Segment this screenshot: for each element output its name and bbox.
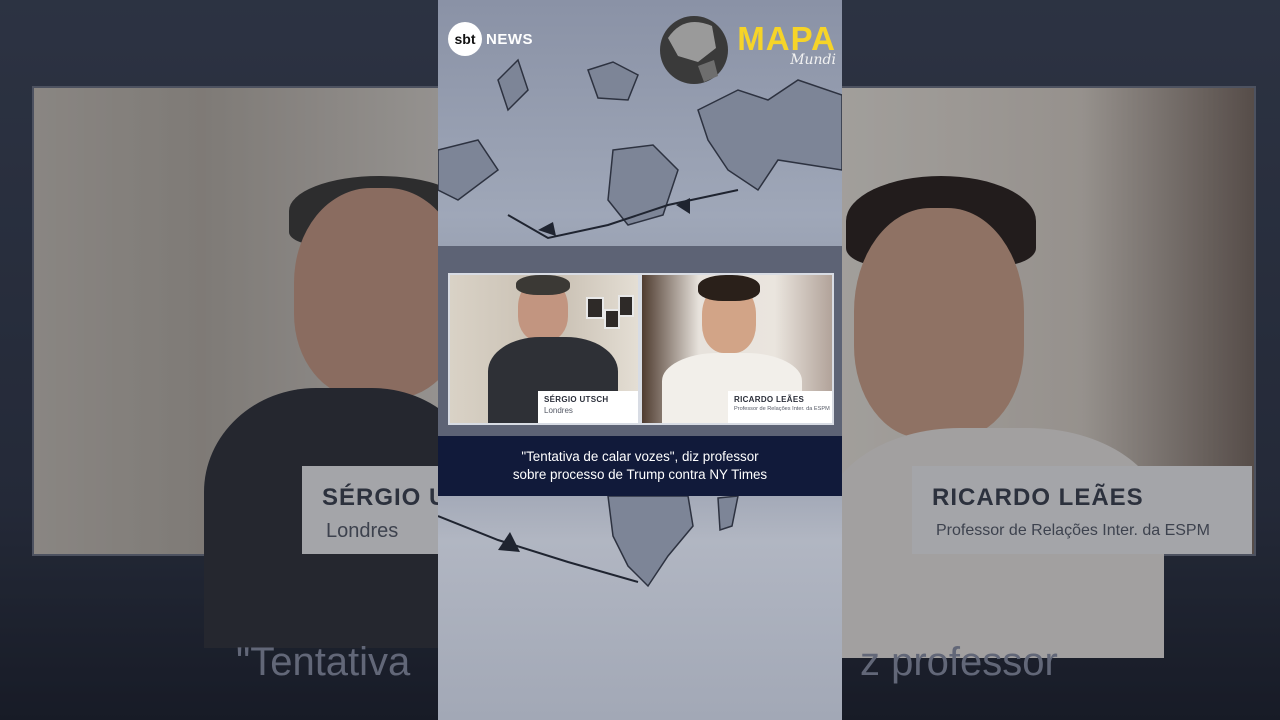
wall-picture [586, 297, 604, 319]
background-dim [842, 0, 1280, 720]
background-left-blur: SÉRGIO UT Londres "Tentativa [0, 0, 438, 720]
show-title: MAPA [737, 20, 836, 57]
caption-line-2: sobre processo de Trump contra NY Times [512, 467, 768, 482]
video-tile-sergio[interactable]: SÉRGIO UTSCH Londres [448, 273, 640, 425]
person-hair [698, 275, 760, 301]
background-right-blur: RICARDO LEÃES Professor de Relações Inte… [842, 0, 1280, 720]
participant-title: Professor de Relações Inter. da ESPM [734, 406, 830, 412]
caption-line-1: "Tentativa de calar vozes", diz professo… [521, 449, 759, 464]
globe-icon [660, 16, 728, 84]
news-label: NEWS [486, 30, 533, 48]
video-tile-ricardo[interactable]: RICARDO LEÃES Professor de Relações Inte… [640, 273, 834, 425]
participant-name: SÉRGIO UTSCH [544, 395, 609, 404]
background-dim [0, 0, 438, 720]
interview-band: SÉRGIO UTSCH Londres RICARDO LEÃES Profe… [438, 246, 842, 436]
caption-bar: "Tentativa de calar vozes", diz professo… [438, 436, 842, 496]
nameplate-sergio: SÉRGIO UTSCH Londres [538, 391, 638, 423]
person-hair [516, 275, 570, 295]
video-frame[interactable]: sbt NEWS MAPA Mundi SÉRGIO UTSCH Londres [438, 0, 842, 720]
participant-name: RICARDO LEÃES [734, 395, 805, 404]
show-brand: MAPA Mundi [737, 20, 836, 69]
sbt-logo-icon: sbt [448, 22, 482, 56]
world-map-bottom [438, 496, 739, 588]
sbt-news-logo: sbt NEWS [448, 22, 533, 56]
nameplate-ricardo: RICARDO LEÃES Professor de Relações Inte… [728, 391, 832, 423]
participant-location: Londres [544, 406, 573, 415]
wall-picture [618, 295, 634, 317]
